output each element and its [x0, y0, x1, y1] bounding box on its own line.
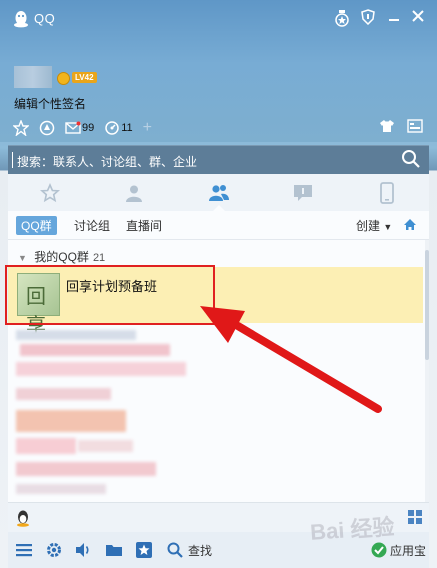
appstore-icon[interactable] [370, 541, 388, 559]
folder-icon[interactable] [105, 541, 123, 559]
search-icon[interactable] [166, 541, 184, 559]
watermark: Bai 经验 [309, 514, 396, 545]
find-button[interactable]: 查找 [188, 542, 212, 559]
gear-icon[interactable] [45, 541, 63, 559]
menu-icon[interactable] [15, 541, 33, 559]
appstore-button[interactable]: 应用宝 [390, 542, 426, 559]
grid-apps-icon[interactable] [407, 509, 423, 525]
penguin-icon[interactable] [14, 509, 32, 527]
qq-window: QQ LV42 编辑个性签名 99 11 + 搜索：联系人、讨论组、群、企业 Q… [0, 0, 437, 568]
favorite-star-icon[interactable] [135, 541, 153, 559]
red-arrow-annotation [200, 306, 382, 413]
speaker-icon[interactable] [74, 541, 92, 559]
